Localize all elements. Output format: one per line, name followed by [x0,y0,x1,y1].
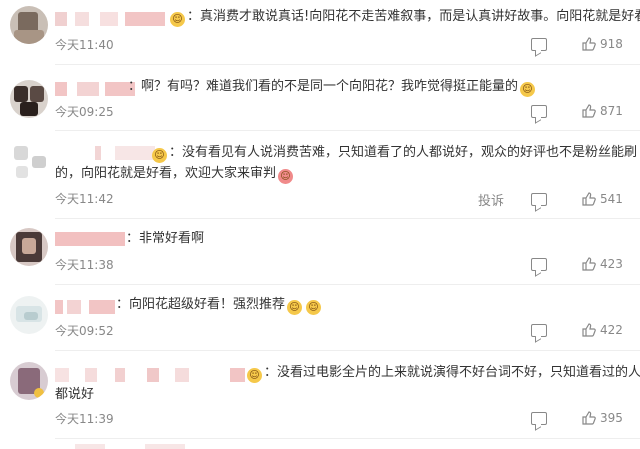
comment-time: 今天11:39 [55,412,114,426]
emoji-icon: ☺ [247,368,262,383]
comment-time: 今天09:52 [55,324,114,338]
emoji-icon: ☺ [170,12,185,27]
like-count: 871 [600,104,623,118]
thumbs-up-icon [582,37,596,51]
like-count: 541 [600,192,623,206]
avatar[interactable] [10,80,48,118]
avatar[interactable] [10,296,48,334]
thumbs-up-icon [582,192,596,206]
username-blurred[interactable] [55,146,155,160]
username-blurred[interactable] [55,444,255,449]
thumbs-up-icon [582,104,596,118]
like-button[interactable]: 871 [582,104,623,118]
divider [55,284,640,285]
like-button[interactable]: 918 [582,37,623,51]
divider [55,218,640,219]
comment-text-continued: 的，向阳花就是好看，欢迎大家来审判 ☺ [55,163,295,185]
avatar[interactable] [10,142,48,180]
avatar[interactable] [10,362,48,400]
reply-icon[interactable] [531,258,547,271]
comment-text: ：啊？有吗？难道我们看的不是同一个向阳花？我咋觉得挺正能量的 ☺ [128,76,537,98]
avatar[interactable] [10,228,48,266]
comment-time: 今天11:38 [55,258,114,272]
divider [55,350,640,351]
like-count: 422 [600,323,623,337]
username-blurred[interactable] [55,82,135,96]
emoji-icon: ☺ [278,169,294,184]
like-button[interactable]: 423 [582,257,623,271]
like-count: 395 [600,411,623,425]
reply-icon[interactable] [531,105,547,118]
avatar[interactable] [10,6,48,44]
like-button[interactable]: 422 [582,323,623,337]
like-button[interactable]: 541 [582,192,623,206]
comment-time: 今天11:40 [55,38,114,52]
username-blurred[interactable] [55,300,115,314]
comment-time: 今天09:25 [55,105,114,119]
report-button[interactable]: 投诉 [478,190,504,209]
reply-icon[interactable] [531,412,547,425]
emoji-icon: ☺ [287,300,303,315]
emoji-icon: ☺ [306,300,322,315]
thumbs-up-icon [582,257,596,271]
thumbs-up-icon [582,411,596,425]
reply-icon[interactable] [531,193,547,206]
username-blurred[interactable] [55,368,245,382]
divider [55,130,640,131]
divider [55,438,640,439]
comment-text-continued: 都说好 [55,387,95,402]
comment-text: ：向阳花超级好看！强烈推荐 ☺ ☺ [116,294,323,316]
reply-icon[interactable] [531,324,547,337]
thumbs-up-icon [582,323,596,337]
emoji-icon: ☺ [520,82,536,97]
comment-text: ：非常好看啊 [126,231,205,246]
emoji-icon: ☺ [152,148,167,163]
like-count: 423 [600,257,623,271]
username-blurred[interactable] [55,12,165,26]
comment-text: ☺ ：没看过电影全片的上来就说演得不好台词不好，只知道看过的人 [245,362,640,384]
like-count: 918 [600,37,623,51]
reply-icon[interactable] [531,38,547,51]
username-blurred[interactable] [55,232,125,246]
comment-text: ☺ ：没有看见有人说消费苦难，只知道看了的人都说好，观众的好评也不是粉丝能刷 [150,142,637,164]
comment-time: 今天11:42 [55,192,114,206]
divider [55,64,640,65]
comment-text: ☺ ：真消费才敢说真话!向阳花不走苦难叙事，而是认真讲好故事。向阳花就是好看 [168,6,640,28]
like-button[interactable]: 395 [582,411,623,425]
